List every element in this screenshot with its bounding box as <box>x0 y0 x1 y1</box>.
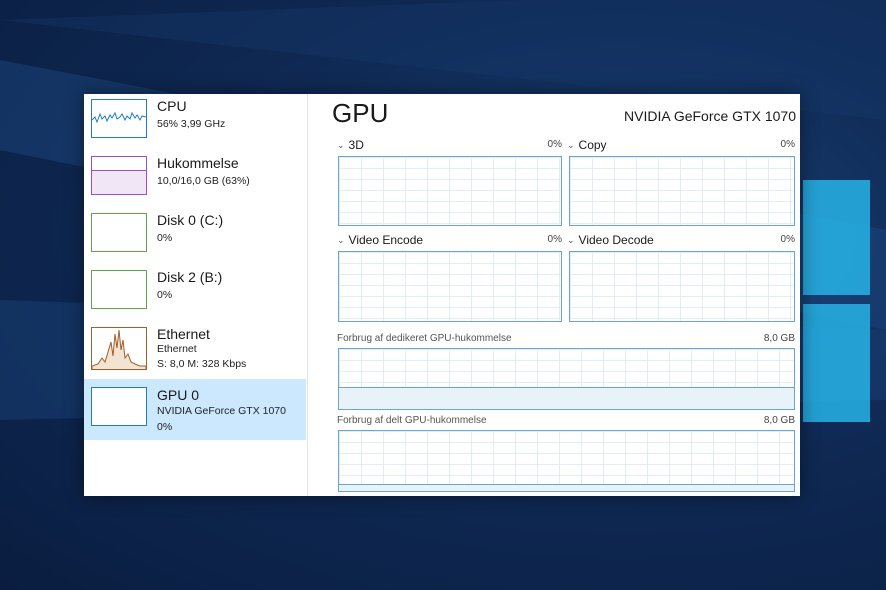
sidebar-item-title: Ethernet <box>157 326 210 342</box>
sidebar-item-cpu[interactable]: CPU 56% 3,99 GHz <box>84 94 306 155</box>
page-title: GPU <box>332 98 389 128</box>
graph-percent: 0% <box>547 139 562 150</box>
shared-memory-label: Forbrug af delt GPU-hukommelse <box>337 415 487 426</box>
graph-percent: 0% <box>780 139 795 150</box>
graph-percent: 0% <box>780 234 795 245</box>
chevron-down-icon: ⌄ <box>337 235 345 245</box>
chevron-down-icon: ⌄ <box>567 235 575 245</box>
disk-0-thumbnail <box>91 213 147 252</box>
dedicated-memory-graph <box>338 348 795 410</box>
sidebar-item-disk-2[interactable]: Disk 2 (B:) 0% <box>84 265 306 326</box>
ethernet-thumbnail <box>91 327 147 370</box>
gpu-model-name: NVIDIA GeForce GTX 1070 <box>624 108 796 124</box>
shared-memory-graph <box>338 430 795 492</box>
chevron-down-icon: ⌄ <box>567 140 575 150</box>
sidebar-item-title: CPU <box>157 98 187 114</box>
sidebar-item-title: Disk 0 (C:) <box>157 212 224 228</box>
sidebar-item-detail: 0% <box>157 289 173 301</box>
gpu-0-thumbnail <box>91 387 147 426</box>
graph-video-encode <box>338 251 562 322</box>
dedicated-memory-value: 8,0 GB <box>763 333 795 344</box>
graph-video-decode <box>569 251 795 322</box>
sidebar-item-ethernet[interactable]: Ethernet Ethernet S: 8,0 M: 328 Kbps <box>84 322 306 383</box>
sidebar-item-title: GPU 0 <box>157 387 200 403</box>
gpu-detail-panel: GPU NVIDIA GeForce GTX 1070 ⌄ 3D 0% ⌄ Copy… <box>308 94 800 496</box>
graph-3d <box>338 156 562 226</box>
graph-label-text: 3D <box>348 138 364 152</box>
shared-memory-fill <box>339 484 794 491</box>
sidebar-item-detail-2: 0% <box>157 421 173 433</box>
memory-thumbnail <box>91 156 147 195</box>
graph-selector-3d[interactable]: ⌄ 3D <box>337 138 364 152</box>
sidebar-item-detail-2: S: 8,0 M: 328 Kbps <box>157 358 247 370</box>
sidebar-item-detail: NVIDIA GeForce GTX 1070 <box>157 405 286 417</box>
performance-sidebar: CPU 56% 3,99 GHz Hukommelse 10,0/16,0 GB… <box>84 94 308 496</box>
windows-logo-tile-2 <box>803 304 870 422</box>
windows-logo-tile-1 <box>803 180 870 295</box>
shared-memory-value: 8,0 GB <box>763 415 795 426</box>
disk-2-thumbnail <box>91 270 147 309</box>
sidebar-item-gpu-0[interactable]: GPU 0 NVIDIA GeForce GTX 1070 0% <box>84 379 306 440</box>
sidebar-item-detail: Ethernet <box>157 343 197 355</box>
graph-label-text: Copy <box>578 138 607 152</box>
sidebar-item-detail: 0% <box>157 232 173 244</box>
dedicated-memory-label: Forbrug af dedikeret GPU-hukommelse <box>337 333 512 344</box>
graph-label-text: Video Encode <box>348 233 424 247</box>
chevron-down-icon: ⌄ <box>337 140 345 150</box>
sidebar-item-title: Hukommelse <box>157 155 239 171</box>
sidebar-item-memory[interactable]: Hukommelse 10,0/16,0 GB (63%) <box>84 151 306 212</box>
sidebar-item-detail: 56% 3,99 GHz <box>157 118 226 130</box>
sidebar-item-detail: 10,0/16,0 GB (63%) <box>157 175 250 187</box>
sidebar-item-disk-0[interactable]: Disk 0 (C:) 0% <box>84 208 306 269</box>
task-manager-window: CPU 56% 3,99 GHz Hukommelse 10,0/16,0 GB… <box>84 94 800 496</box>
graph-selector-video-encode[interactable]: ⌄ Video Encode <box>337 233 423 247</box>
graph-selector-video-decode[interactable]: ⌄ Video Decode <box>567 233 654 247</box>
graph-selector-copy[interactable]: ⌄ Copy <box>567 138 607 152</box>
sidebar-item-title: Disk 2 (B:) <box>157 269 223 285</box>
graph-percent: 0% <box>547 234 562 245</box>
dedicated-memory-fill <box>339 387 794 409</box>
graph-label-text: Video Decode <box>578 233 654 247</box>
cpu-thumbnail <box>91 99 147 138</box>
graph-copy <box>569 156 795 226</box>
